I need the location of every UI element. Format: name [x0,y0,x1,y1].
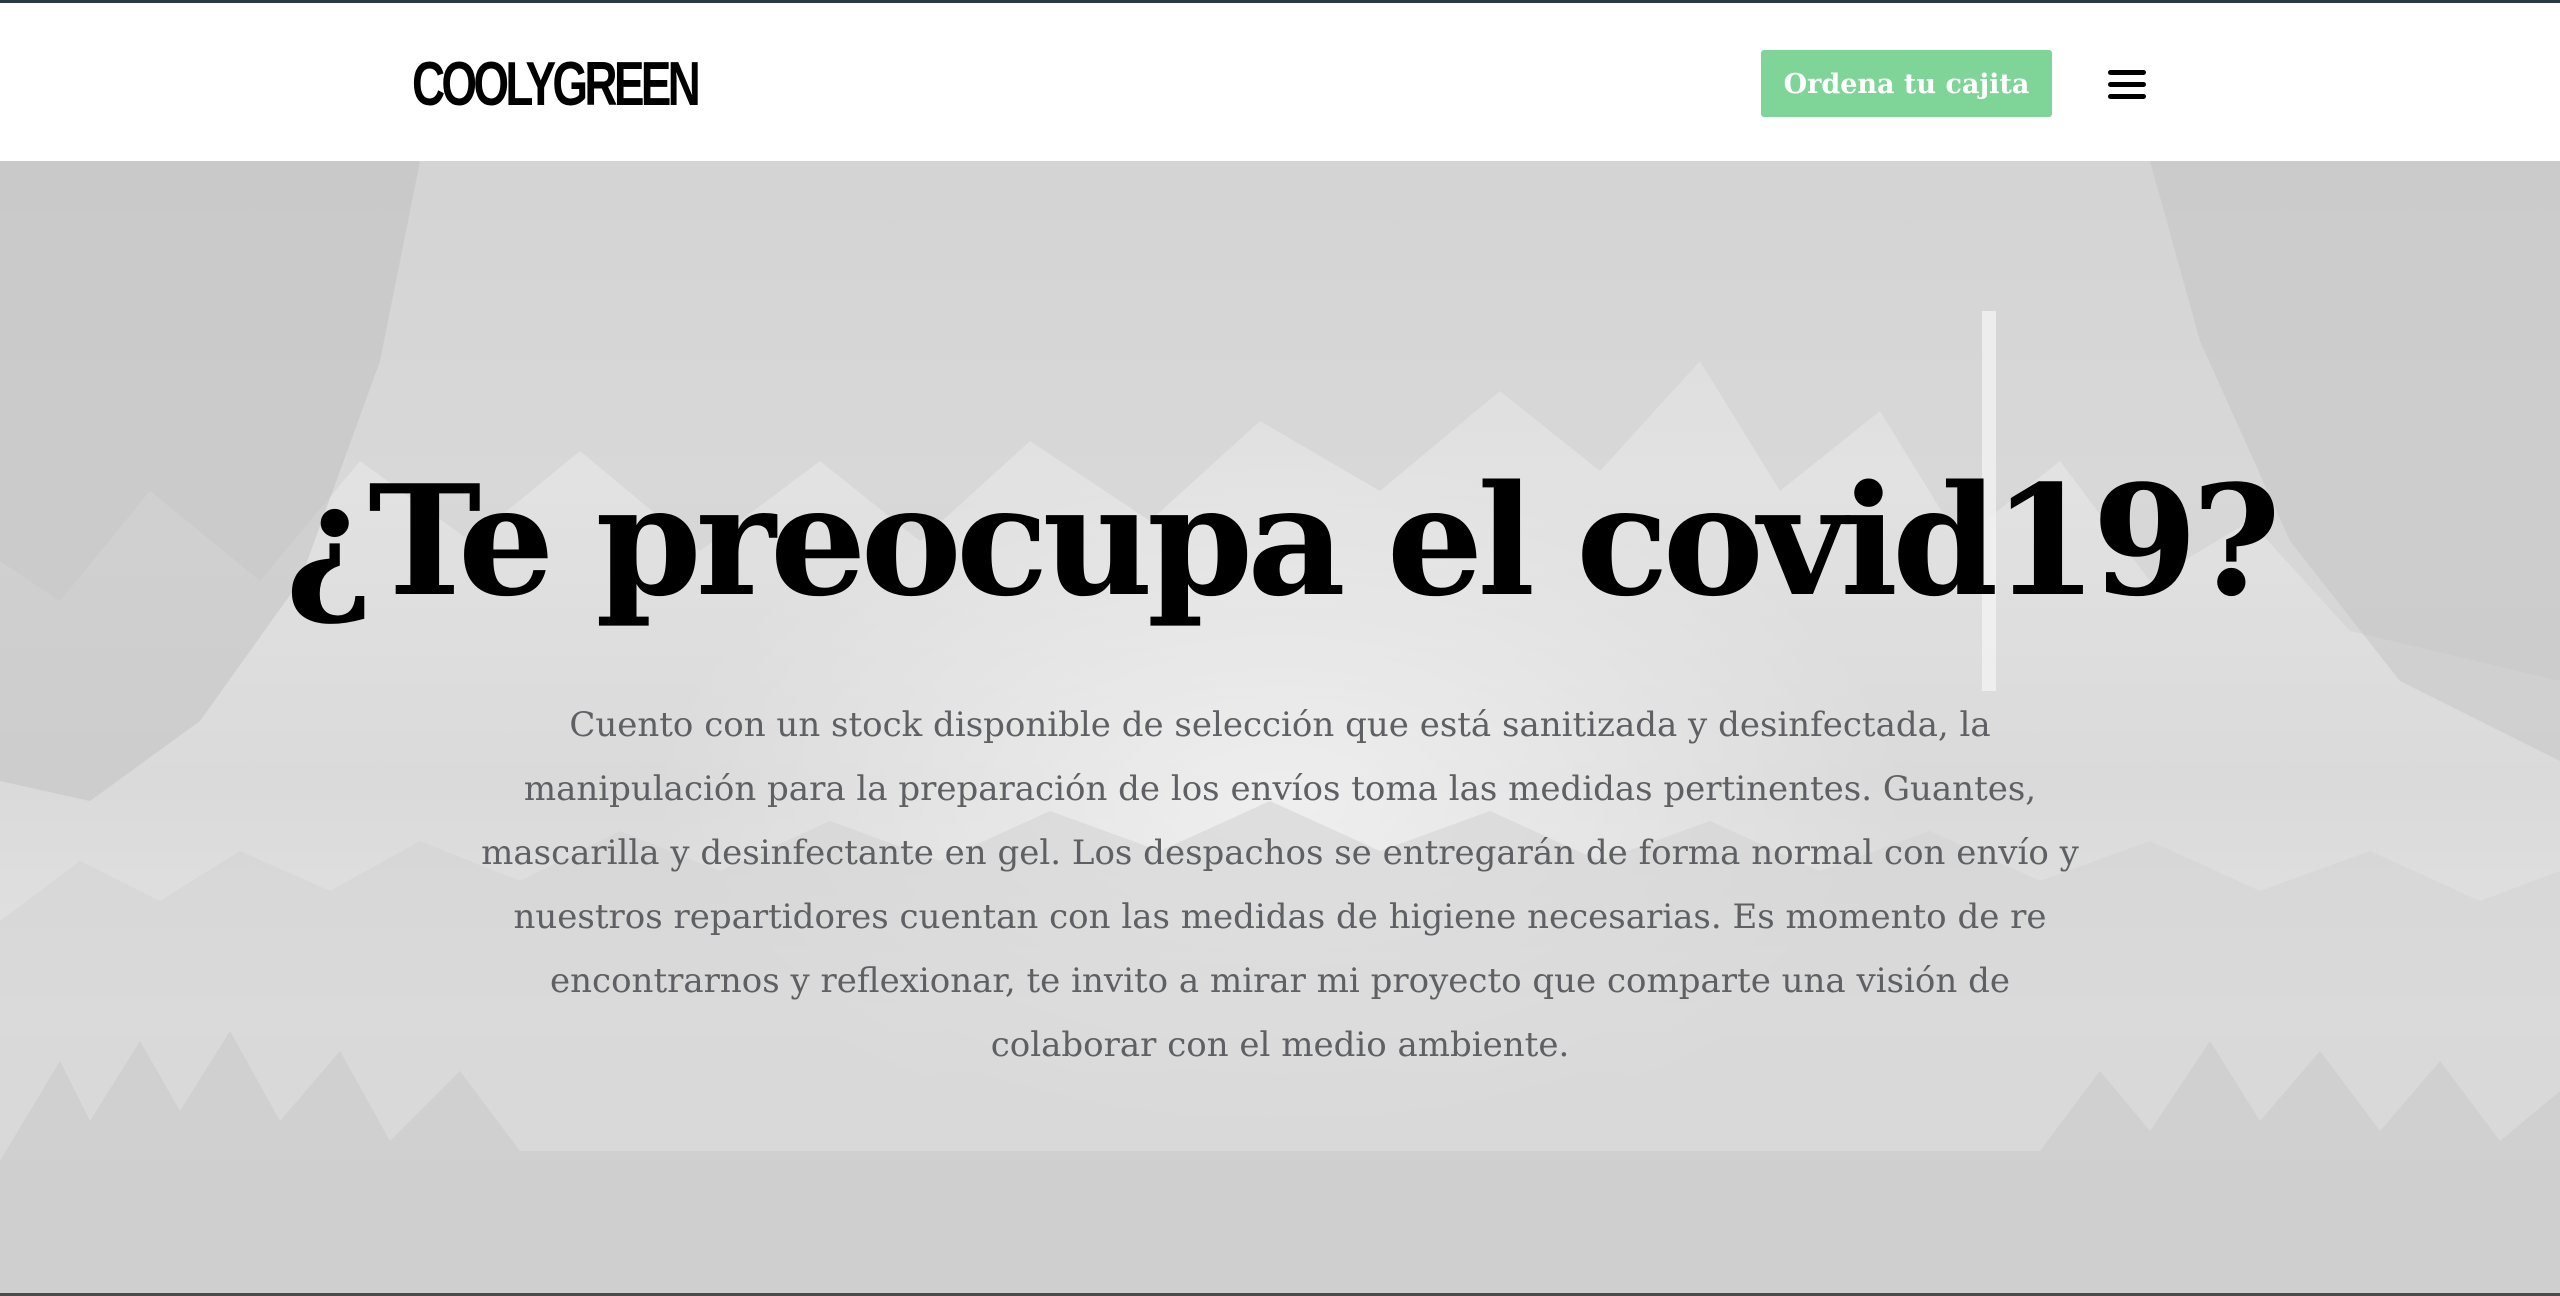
site-header: COOLYGREEN Ordena tu cajita [0,3,2560,161]
site-logo[interactable]: COOLYGREEN [412,45,701,125]
hero-paragraph: Cuento con un stock disponible de selecc… [481,705,2079,1065]
page: COOLYGREEN Ordena tu cajita ¿Te preocupa… [0,0,2560,1296]
hero-section: ¿Te preocupa el covid19? Cuento con un s… [0,161,2560,1296]
order-box-button[interactable]: Ordena tu cajita [1761,50,2052,117]
hamburger-menu-icon[interactable] [2108,70,2146,100]
hero-title: ¿Te preocupa el covid19? [285,451,2281,630]
